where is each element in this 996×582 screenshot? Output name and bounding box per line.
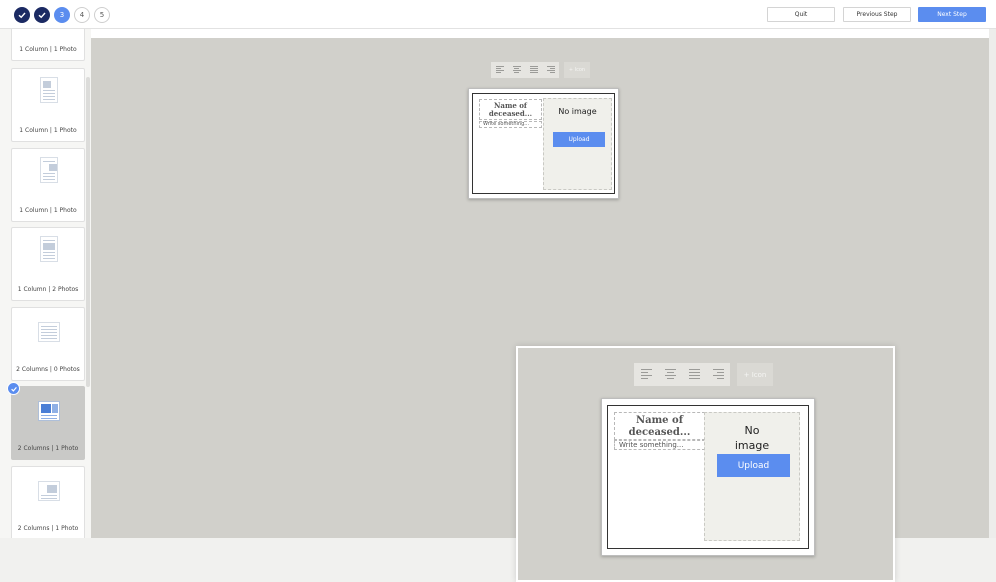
memorial-card-preview-zoomed[interactable]: Name of deceased... Write something... N… <box>601 398 815 556</box>
align-justify-icon[interactable] <box>682 363 706 386</box>
alignment-group <box>491 62 559 78</box>
step-3-current[interactable]: 3 <box>54 7 70 23</box>
layout-label: 2 Columns | 1 Photo <box>17 525 79 532</box>
layout-thumbnail <box>38 322 60 342</box>
memorial-card-preview[interactable]: Name of deceased... Write something... N… <box>468 88 619 199</box>
layout-option-1col-1photo[interactable]: 1 Column | 1 Photo <box>11 29 85 61</box>
add-icon-button[interactable]: + Icon <box>737 363 773 386</box>
card-border: Name of deceased... Write something... N… <box>472 93 615 194</box>
write-something-field[interactable]: Write something... <box>479 121 542 128</box>
upload-button[interactable]: Upload <box>553 132 605 147</box>
write-something-field[interactable]: Write something... <box>614 440 705 450</box>
step-4[interactable]: 4 <box>74 7 90 23</box>
canvas-scrollbar-track[interactable] <box>989 29 996 538</box>
align-right-icon[interactable] <box>706 363 730 386</box>
image-placeholder-panel: No image Upload <box>704 412 800 541</box>
align-right-icon[interactable] <box>542 62 559 78</box>
layout-option-1col-1photo[interactable]: 1 Column | 1 Photo <box>11 68 85 142</box>
upload-button[interactable]: Upload <box>717 454 790 477</box>
layout-option-2col-1photo[interactable]: 2 Columns | 1 Photo <box>11 466 85 538</box>
alignment-group <box>634 363 730 386</box>
step-1-completed[interactable] <box>14 7 30 23</box>
align-left-icon[interactable] <box>634 363 658 386</box>
no-image-text: No image <box>558 107 597 116</box>
layout-thumbnail <box>40 77 58 103</box>
text-toolbar: + Icon <box>491 62 590 78</box>
image-placeholder-panel: No image Upload <box>543 98 612 190</box>
zoom-preview: + Icon Name of deceased... Write somethi… <box>516 346 895 582</box>
checkmark-icon <box>18 12 26 19</box>
layout-label: 1 Column | 1 Photo <box>19 207 77 214</box>
align-center-icon[interactable] <box>658 363 682 386</box>
canvas-ruler <box>91 29 989 38</box>
quit-button[interactable]: Quit <box>767 7 835 22</box>
card-border: Name of deceased... Write something... N… <box>607 405 809 549</box>
layout-option-1col-1photo[interactable]: 1 Column | 1 Photo <box>11 148 85 222</box>
align-center-icon[interactable] <box>508 62 525 78</box>
layout-label: 1 Column | 1 Photo <box>19 127 77 134</box>
previous-step-button[interactable]: Previous Step <box>843 7 911 22</box>
name-of-deceased-field[interactable]: Name of deceased... <box>614 412 705 440</box>
name-of-deceased-field[interactable]: Name of deceased... <box>479 99 542 120</box>
layout-option-2col-0photos[interactable]: 2 Columns | 0 Photos <box>11 307 85 381</box>
top-bar: 3 4 5 Quit Previous Step Next Step <box>0 0 996 29</box>
layout-label: 1 Column | 1 Photo <box>19 46 77 53</box>
layout-sidebar[interactable]: 1 Column | 1 Photo 1 Column | 1 Photo 1 … <box>0 29 91 538</box>
layout-thumbnail <box>40 236 58 262</box>
layout-thumbnail <box>38 401 60 421</box>
checkmark-icon <box>38 12 46 19</box>
layout-label: 2 Columns | 1 Photo <box>17 445 79 452</box>
layout-label: 2 Columns | 0 Photos <box>16 366 80 373</box>
layout-thumbnail <box>38 481 60 501</box>
text-toolbar-zoomed: + Icon <box>634 363 773 386</box>
next-step-button[interactable]: Next Step <box>918 7 986 22</box>
align-left-icon[interactable] <box>491 62 508 78</box>
sidebar-scrollbar[interactable] <box>86 77 90 387</box>
step-5[interactable]: 5 <box>94 7 110 23</box>
layout-thumbnail <box>40 157 58 183</box>
selected-check-icon <box>7 382 20 395</box>
align-justify-icon[interactable] <box>525 62 542 78</box>
layout-option-1col-2photos[interactable]: 1 Column | 2 Photos <box>11 227 85 301</box>
step-2-completed[interactable] <box>34 7 50 23</box>
layout-option-2col-1photo-selected[interactable]: 2 Columns | 1 Photo <box>11 386 85 460</box>
no-image-text: No image <box>734 424 770 452</box>
layout-label: 1 Column | 2 Photos <box>17 286 79 293</box>
add-icon-button[interactable]: + Icon <box>564 62 590 78</box>
